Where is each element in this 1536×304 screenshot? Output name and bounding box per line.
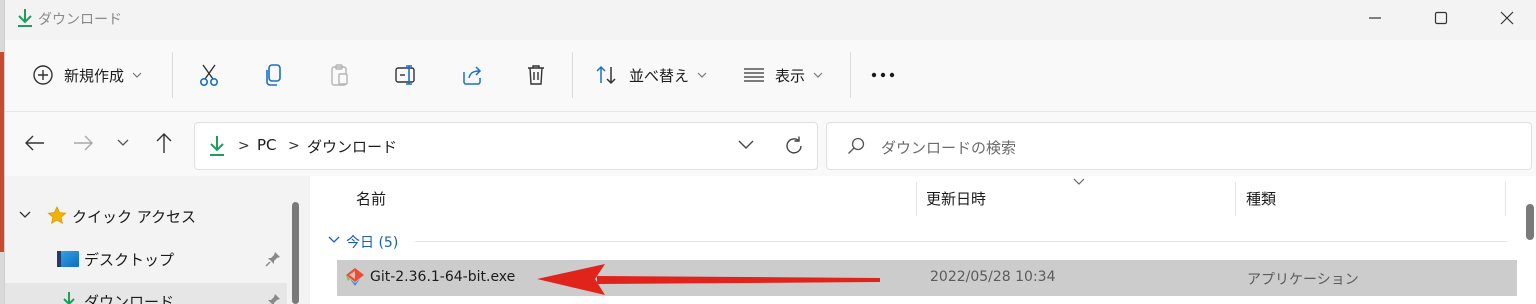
chevron-down-icon: [132, 72, 142, 78]
toolbar-divider: [572, 52, 573, 98]
maximize-button[interactable]: [1418, 0, 1464, 36]
column-divider[interactable]: [1505, 182, 1506, 216]
nav-item-downloads[interactable]: ダウンロード: [5, 283, 287, 304]
cut-icon: [199, 64, 219, 87]
copy-button[interactable]: [264, 54, 284, 96]
pin-icon: [265, 252, 280, 267]
add-circle-icon: [33, 65, 53, 85]
file-modified: 2022/05/28 10:34: [930, 269, 1056, 285]
minimize-icon: [1369, 17, 1381, 19]
pin-icon: [268, 294, 280, 304]
rename-button[interactable]: [394, 54, 418, 96]
sort-button-label: 並べ替え: [629, 66, 690, 85]
view-list-icon: [744, 68, 764, 82]
recent-locations-chevron-icon[interactable]: [117, 139, 129, 147]
close-button[interactable]: [1484, 0, 1530, 36]
copy-icon: [266, 64, 281, 86]
breadcrumb-pc[interactable]: PC: [257, 136, 277, 154]
nav-item-label: ダウンロード: [84, 293, 175, 304]
refresh-icon[interactable]: [783, 135, 805, 157]
file-explorer-window: ダウンロード 新規作成 並べ替え 表示 > PC > ダウンロード ダウンロード…: [4, 0, 1536, 304]
download-arrow-icon: [18, 9, 32, 27]
navigation-pane: クイック アクセス デスクトップ ダウンロード: [5, 176, 305, 304]
chevron-down-icon: [813, 72, 823, 78]
toolbar-divider: [172, 52, 173, 98]
sort-icon: [596, 65, 616, 85]
chevron-down-icon: [328, 236, 340, 243]
sort-button[interactable]: 並べ替え: [595, 54, 707, 96]
file-type: アプリケーション: [1247, 272, 1359, 288]
star-icon: [47, 206, 67, 225]
column-header-modified[interactable]: 更新日時: [926, 188, 986, 209]
new-button[interactable]: 新規作成: [32, 54, 142, 96]
column-divider[interactable]: [916, 182, 917, 216]
column-header-name[interactable]: 名前: [356, 188, 386, 209]
address-bar[interactable]: > PC > ダウンロード: [194, 122, 818, 170]
annotation-arrow-icon: [537, 264, 880, 295]
command-bar: 新規作成 並べ替え 表示: [5, 40, 1536, 112]
sort-indicator-icon: [1073, 178, 1085, 185]
rename-icon: [395, 65, 415, 85]
toolbar-divider: [850, 52, 851, 98]
view-button-label: 表示: [775, 66, 806, 85]
search-icon: [848, 137, 865, 154]
column-header-type[interactable]: 種類: [1246, 188, 1276, 209]
desktop-icon: [57, 251, 79, 267]
search-input[interactable]: ダウンロードの検索: [826, 122, 1532, 170]
group-label: 今日 (5): [346, 235, 399, 251]
window-title: ダウンロード: [38, 12, 122, 28]
cut-button[interactable]: [198, 54, 220, 96]
file-row[interactable]: Git-2.36.1-64-bit.exe 2022/05/28 10:34 ア…: [337, 260, 1517, 296]
breadcrumb-separator: >: [288, 138, 300, 154]
new-button-label: 新規作成: [64, 66, 125, 85]
group-header-today[interactable]: 今日 (5): [310, 230, 1510, 252]
close-icon: [1500, 11, 1514, 25]
git-installer-icon: [346, 268, 364, 286]
share-button[interactable]: [460, 54, 484, 96]
delete-button[interactable]: [526, 54, 546, 96]
search-placeholder: ダウンロードの検索: [881, 139, 1017, 157]
file-list: 名前 更新日時 種類 今日 (5) Git-2.36.1-64-bit.exe …: [310, 176, 1536, 304]
title-bar[interactable]: ダウンロード: [5, 0, 1536, 36]
paste-button[interactable]: [330, 54, 350, 96]
group-divider: [415, 241, 1507, 242]
chevron-down-icon: [19, 211, 31, 218]
up-arrow-icon[interactable]: [155, 132, 173, 154]
download-arrow-icon: [210, 136, 224, 156]
download-arrow-icon: [63, 292, 75, 304]
address-row: > PC > ダウンロード ダウンロードの検索: [5, 112, 1536, 176]
paste-icon: [331, 64, 348, 86]
nav-item-quick-access[interactable]: クイック アクセス: [5, 198, 287, 232]
file-list-scrollbar-thumb[interactable]: [1526, 204, 1534, 240]
file-name: Git-2.36.1-64-bit.exe: [370, 269, 516, 285]
chevron-down-icon: [697, 72, 707, 78]
minimize-button[interactable]: [1352, 0, 1398, 36]
nav-item-desktop[interactable]: デスクトップ: [5, 241, 287, 275]
breadcrumb-separator: >: [238, 138, 250, 154]
more-icon: [871, 72, 895, 78]
breadcrumb-downloads[interactable]: ダウンロード: [307, 136, 397, 157]
share-icon: [463, 66, 482, 85]
nav-scrollbar-thumb[interactable]: [292, 202, 299, 304]
more-options-button[interactable]: [871, 54, 895, 96]
back-arrow-icon[interactable]: [25, 134, 45, 152]
maximize-icon: [1434, 11, 1448, 25]
column-divider[interactable]: [1235, 182, 1236, 216]
chevron-down-icon[interactable]: [738, 140, 754, 150]
nav-item-label: クイック アクセス: [72, 208, 197, 226]
nav-item-label: デスクトップ: [84, 251, 175, 269]
delete-icon: [528, 65, 544, 85]
view-button[interactable]: 表示: [743, 54, 823, 96]
forward-arrow-icon[interactable]: [73, 134, 93, 152]
